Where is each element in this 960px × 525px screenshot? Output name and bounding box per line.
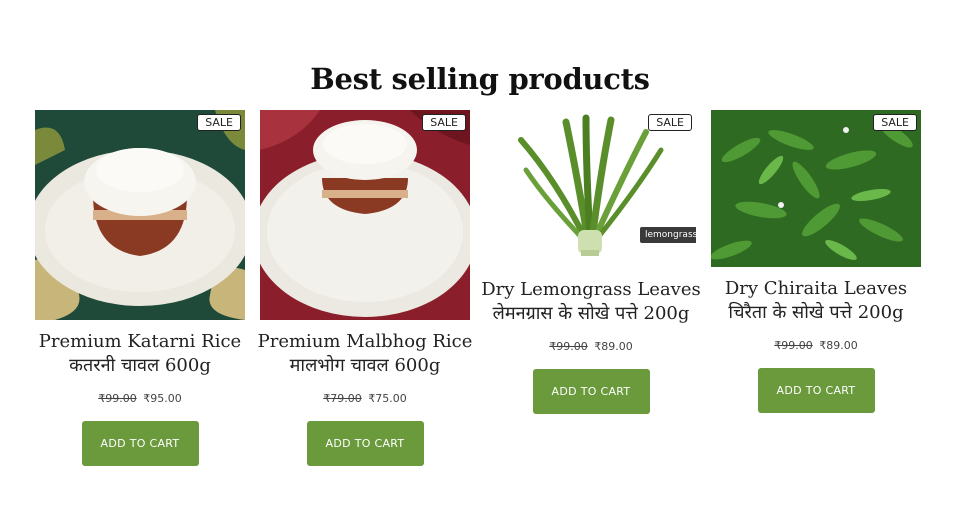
sale-price: ₹89.00 <box>594 340 633 353</box>
rice-bowl-image <box>35 110 245 320</box>
old-price: ₹99.00 <box>774 339 813 352</box>
sale-badge: SALE <box>197 114 241 131</box>
lemongrass-image <box>518 114 664 256</box>
sale-badge: SALE <box>648 114 692 131</box>
product-price: ₹79.00 ₹75.00 <box>260 392 470 405</box>
sale-price: ₹95.00 <box>143 392 182 405</box>
image-tooltip: lemongrass 2 <box>640 227 696 243</box>
old-price: ₹99.00 <box>549 340 588 353</box>
product-image-chiraita[interactable]: SALE <box>711 110 921 267</box>
sale-price: ₹75.00 <box>368 392 407 405</box>
add-to-cart-button[interactable]: ADD TO CART <box>306 421 424 466</box>
product-title[interactable]: Premium Malbhog Rice मालभोग चावल 600g <box>252 330 478 378</box>
product-card-lemongrass: SALE lemongrass 2 Dry Lemongrass Leaves … <box>481 110 701 414</box>
product-price: ₹99.00 ₹95.00 <box>35 392 245 405</box>
product-card-katarni-rice: SALE Premium Katarni Rice कतरनी चावल 600… <box>35 110 245 466</box>
product-card-malbhog-rice: SALE Premium Malbhog Rice मालभोग चावल 60… <box>258 110 472 466</box>
product-title[interactable]: Dry Lemongrass Leaves लेमनग्रास के सोखे … <box>478 278 704 326</box>
sale-badge: SALE <box>422 114 466 131</box>
rice-bowl-image <box>260 110 470 320</box>
product-image-katarni-rice[interactable]: SALE <box>35 110 245 320</box>
section-heading: Best selling products <box>310 62 650 96</box>
old-price: ₹79.00 <box>323 392 362 405</box>
add-to-cart-button[interactable]: ADD TO CART <box>757 368 875 413</box>
sale-price: ₹89.00 <box>819 339 858 352</box>
product-price: ₹99.00 ₹89.00 <box>711 339 921 352</box>
product-price: ₹99.00 ₹89.00 <box>486 340 696 353</box>
product-title[interactable]: Premium Katarni Rice कतरनी चावल 600g <box>27 330 253 378</box>
product-card-chiraita: SALE Dry Chiraita Leaves चिरैता के सोखे … <box>711 110 921 413</box>
add-to-cart-button[interactable]: ADD TO CART <box>532 369 650 414</box>
chiraita-leaves-image <box>711 110 921 267</box>
product-image-malbhog-rice[interactable]: SALE <box>260 110 470 320</box>
old-price: ₹99.00 <box>98 392 137 405</box>
add-to-cart-button[interactable]: ADD TO CART <box>81 421 199 466</box>
sale-badge: SALE <box>873 114 917 131</box>
product-title[interactable]: Dry Chiraita Leaves चिरैता के सोखे पत्ते… <box>703 277 929 325</box>
product-image-lemongrass[interactable]: SALE lemongrass 2 <box>486 110 696 270</box>
